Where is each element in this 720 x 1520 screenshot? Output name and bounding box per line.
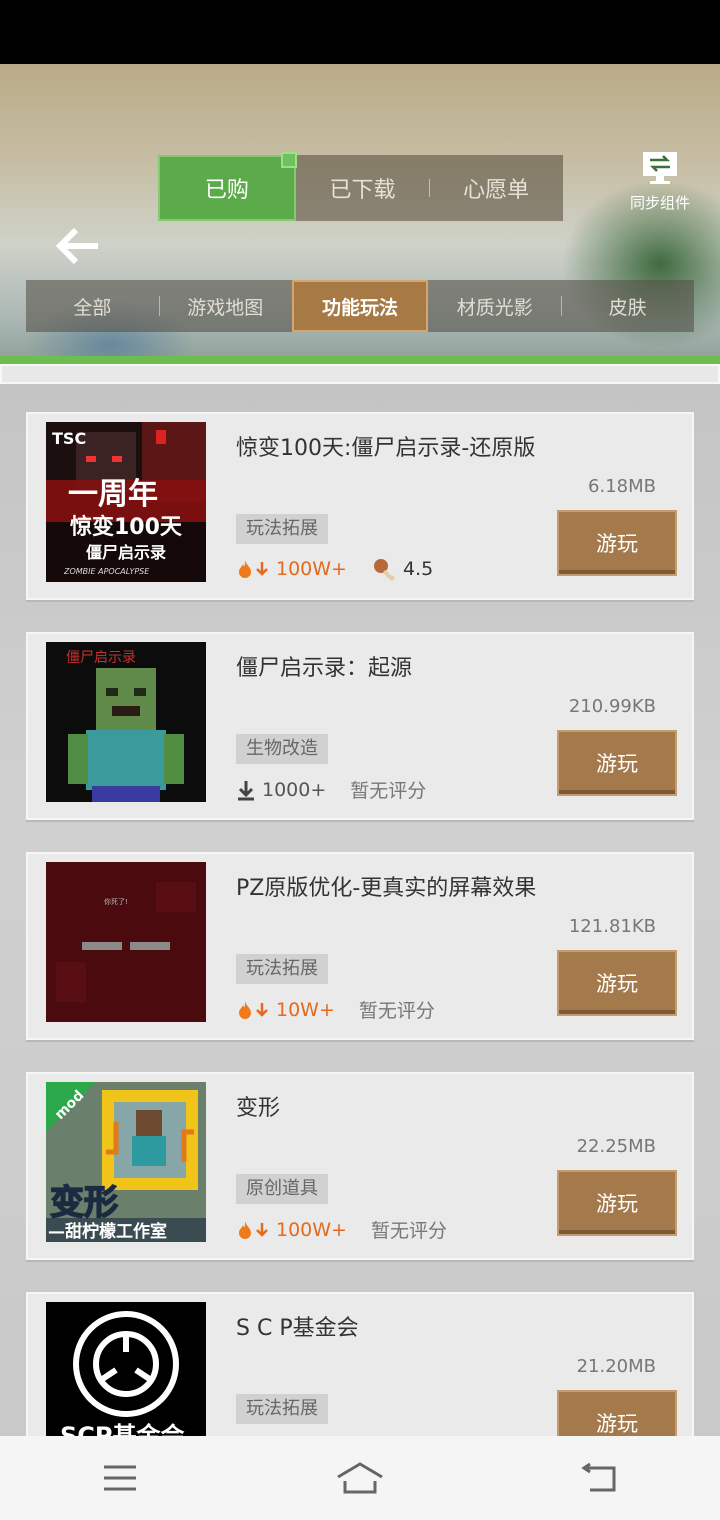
item-tag: 玩法拓展 (236, 954, 328, 984)
svg-text:变形: 变形 (50, 1183, 118, 1223)
item-size: 121.81KB (568, 916, 656, 937)
back-button[interactable] (50, 222, 106, 270)
download-arrow-icon (256, 1222, 268, 1237)
death-screen-thumbnail-image: 你死了! (46, 862, 206, 1022)
zombie-thumbnail-image: TSC 一周年 惊变100天 僵尸启示录 ZOMBIE APOCALYPSE (46, 422, 206, 582)
download-count: 100W+ (236, 1219, 347, 1241)
svg-text:惊变100天: 惊变100天 (70, 514, 183, 540)
item-title: 惊变100天:僵尸启示录-还原版 (236, 436, 536, 461)
svg-text:—甜柠檬工作室: —甜柠檬工作室 (48, 1221, 167, 1242)
download-arrow-icon (238, 780, 254, 800)
status-bar (0, 0, 720, 64)
item-title: PZ原版优化-更真实的屏幕效果 (236, 876, 537, 901)
tab-textures-shaders[interactable]: 材质光影 (428, 280, 561, 332)
item-size: 22.25MB (576, 1136, 656, 1157)
download-count: 1000+ (236, 779, 326, 801)
rating: 4.5 (371, 556, 433, 582)
rating: 暂无评分 (358, 1000, 435, 1022)
list-item[interactable]: mod 变形 —甜柠檬工作室 变形 22.25MB 原创道具 100W+ 暂无评… (26, 1072, 694, 1260)
scp-logo-thumbnail-image: SCP基金会 (46, 1302, 206, 1436)
download-arrow-icon (256, 562, 268, 576)
hot-flame-icon (239, 1220, 251, 1239)
item-title: 变形 (236, 1096, 281, 1121)
tab-game-maps[interactable]: 游戏地图 (158, 280, 292, 332)
home-button[interactable] (320, 1448, 400, 1508)
svg-text:僵尸启示录: 僵尸启示录 (86, 543, 166, 562)
download-count: 10W+ (236, 999, 335, 1021)
item-stats: 100W+ 4.5 (236, 556, 433, 582)
item-size: 6.18MB (588, 476, 656, 497)
header-divider (0, 356, 720, 364)
item-thumbnail: mod 变形 —甜柠檬工作室 (46, 1082, 206, 1242)
home-icon (337, 1462, 383, 1494)
item-thumbnail: TSC 一周年 惊变100天 僵尸启示录 ZOMBIE APOCALYPSE (46, 422, 206, 582)
tab-gameplay[interactable]: 功能玩法 (291, 280, 429, 332)
item-thumbnail: 你死了! (46, 862, 206, 1022)
play-button[interactable]: 游玩 (557, 1170, 677, 1236)
hot-flame-icon (239, 1000, 251, 1019)
item-thumbnail: 僵尸启示录 (46, 642, 206, 802)
play-button[interactable]: 游玩 (557, 510, 677, 576)
top-tab-bar: 已购 已下载 心愿单 (158, 152, 563, 221)
item-size: 210.99KB (568, 696, 656, 717)
rating: 暂无评分 (350, 780, 427, 802)
tab-purchased[interactable]: 已购 (158, 152, 297, 221)
svg-text:ZOMBIE APOCALYPSE: ZOMBIE APOCALYPSE (63, 567, 150, 576)
item-title: 僵尸启示录：起源 (236, 656, 413, 681)
zombie-origin-thumbnail-image: 僵尸启示录 (46, 642, 206, 802)
item-stats: 1000+ 暂无评分 (236, 776, 426, 803)
sync-label: 同步组件 (629, 194, 690, 212)
item-tag: 玩法拓展 (236, 514, 328, 544)
play-button[interactable]: 游玩 (557, 950, 677, 1016)
transform-thumbnail-image: mod 变形 —甜柠檬工作室 (46, 1082, 206, 1242)
sync-icon (643, 152, 677, 184)
item-thumbnail: SCP基金会 (46, 1302, 206, 1436)
back-nav-icon (581, 1462, 616, 1492)
item-tag: 原创道具 (236, 1174, 328, 1204)
list-item[interactable]: TSC 一周年 惊变100天 僵尸启示录 ZOMBIE APOCALYPSE 惊… (26, 412, 694, 600)
svg-text:你死了!: 你死了! (104, 897, 128, 906)
svg-text:TSC: TSC (52, 429, 86, 448)
item-title: S C P基金会 (236, 1316, 359, 1341)
menu-button[interactable] (80, 1448, 160, 1508)
item-stats: 10W+ 暂无评分 (236, 996, 435, 1023)
download-arrow-icon (256, 1002, 268, 1017)
item-list[interactable]: TSC 一周年 惊变100天 僵尸启示录 ZOMBIE APOCALYPSE 惊… (0, 384, 720, 1436)
item-size: 21.20MB (576, 1356, 656, 1377)
tab-downloaded[interactable]: 已下载 (296, 155, 430, 221)
svg-text:SCP基金会: SCP基金会 (60, 1422, 185, 1436)
rating: 暂无评分 (370, 1220, 447, 1242)
list-item[interactable]: 僵尸启示录 僵尸启示录：起源 210.99KB 生物改造 1000+ 暂无评分 … (26, 632, 694, 820)
play-button[interactable]: 游玩 (557, 730, 677, 796)
svg-text:僵尸启示录: 僵尸启示录 (66, 650, 136, 666)
menu-icon (104, 1465, 136, 1491)
back-arrow-icon (55, 227, 98, 265)
back-nav-button[interactable] (560, 1448, 640, 1508)
list-item[interactable]: 你死了! PZ原版优化-更真实的屏幕效果 121.81KB 玩法拓展 10W+ … (26, 852, 694, 1040)
download-count: 100W+ (236, 558, 347, 580)
category-tab-bar: 全部 游戏地图 功能玩法 材质光影 皮肤 (26, 280, 694, 332)
drumstick-icon (373, 559, 395, 581)
svg-text:一周年: 一周年 (68, 477, 158, 512)
item-tag: 玩法拓展 (236, 1394, 328, 1424)
item-stats: 100W+ 暂无评分 (236, 1216, 447, 1243)
header-strip (0, 364, 720, 384)
system-nav-bar (0, 1436, 720, 1520)
sync-components-button[interactable]: 同步组件 (620, 150, 700, 220)
tab-wishlist[interactable]: 心愿单 (429, 155, 563, 221)
tab-all[interactable]: 全部 (26, 280, 159, 332)
play-button[interactable]: 游玩 (557, 1390, 677, 1436)
tab-skins[interactable]: 皮肤 (561, 280, 694, 332)
list-item[interactable]: SCP基金会 S C P基金会 21.20MB 玩法拓展 游玩 (26, 1292, 694, 1436)
item-tag: 生物改造 (236, 734, 328, 764)
hot-flame-icon (239, 560, 251, 578)
